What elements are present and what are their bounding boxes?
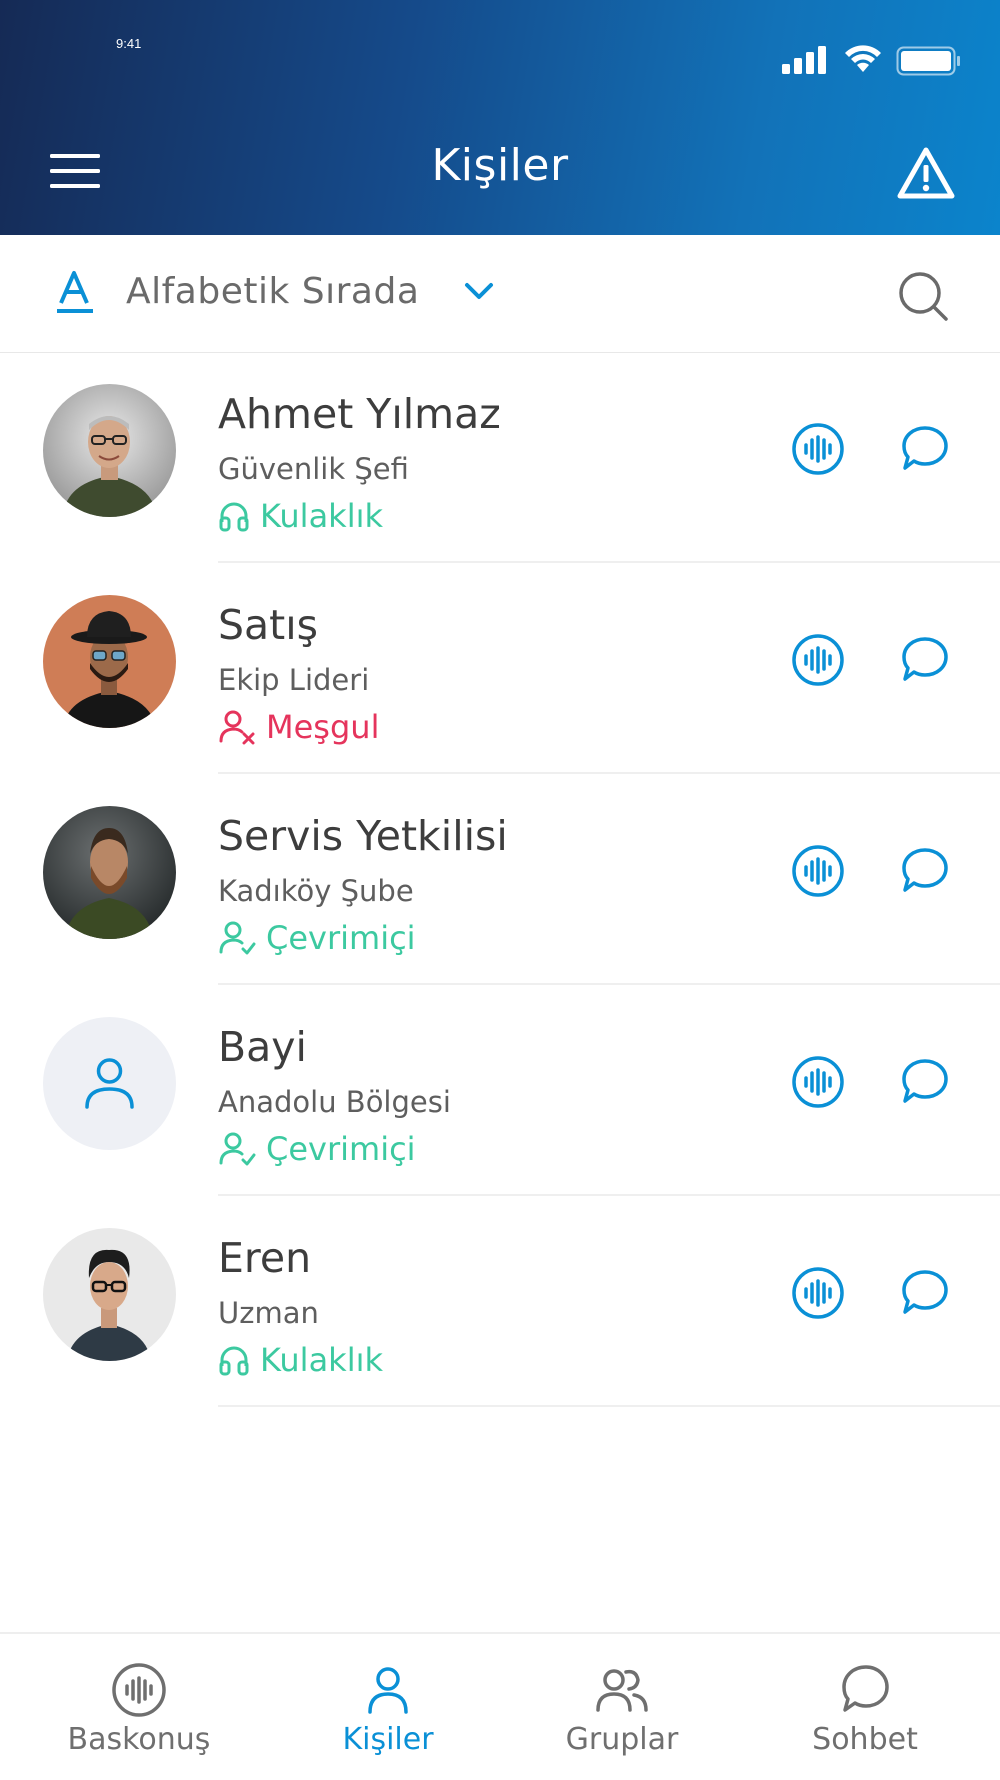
push-to-talk-icon[interactable] bbox=[791, 1266, 845, 1320]
avatar bbox=[43, 1228, 176, 1361]
status-text: Çevrimiçi bbox=[266, 1130, 416, 1168]
bottom-navigation: Baskonuş Kişiler Gruplar Sohbet bbox=[0, 1632, 1000, 1780]
status-indicator: Çevrimiçi bbox=[218, 1128, 416, 1168]
page-title: Kişiler bbox=[431, 140, 569, 191]
contact-row[interactable]: Ahmet Yılmaz Güvenlik Şefi Kulaklık bbox=[0, 352, 1000, 563]
sort-dropdown-label[interactable]: Alfabetik Sırada bbox=[126, 271, 419, 312]
contact-role: Güvenlik Şefi bbox=[218, 452, 409, 486]
chat-bubble-icon[interactable] bbox=[901, 424, 949, 472]
contact-row[interactable]: Satış Ekip Lideri Meşgul bbox=[0, 563, 1000, 774]
contact-name: Servis Yetkilisi bbox=[218, 812, 508, 860]
status-time: 9:41 bbox=[116, 36, 142, 51]
online-person-icon bbox=[219, 921, 256, 955]
battery-icon bbox=[896, 46, 960, 76]
push-to-talk-icon[interactable] bbox=[791, 844, 845, 898]
alert-button[interactable] bbox=[896, 146, 956, 200]
headset-icon bbox=[219, 502, 249, 532]
contact-role: Ekip Lideri bbox=[218, 663, 370, 697]
status-text: Meşgul bbox=[266, 708, 380, 746]
push-to-talk-icon[interactable] bbox=[791, 422, 845, 476]
status-text: Kulaklık bbox=[260, 1341, 384, 1379]
contact-row[interactable]: Servis Yetkilisi Kadıköy Şube Çevrimiçi bbox=[0, 774, 1000, 985]
contact-name: Ahmet Yılmaz bbox=[218, 390, 501, 438]
person-icon bbox=[368, 1667, 408, 1714]
contact-name: Bayi bbox=[218, 1023, 307, 1071]
chat-bubble-icon[interactable] bbox=[901, 635, 949, 683]
push-to-talk-icon[interactable] bbox=[791, 633, 845, 687]
contact-row[interactable]: Eren Uzman Kulaklık bbox=[0, 1196, 1000, 1407]
cellular-signal-icon bbox=[782, 46, 826, 74]
avatar bbox=[43, 595, 176, 728]
nav-tab-kisiler[interactable]: Kişiler bbox=[263, 1634, 513, 1780]
status-indicator: Kulaklık bbox=[218, 495, 383, 535]
status-indicator: Meşgul bbox=[218, 706, 379, 746]
online-person-icon bbox=[219, 1132, 256, 1166]
contact-role: Anadolu Bölgesi bbox=[218, 1085, 451, 1119]
warning-icon bbox=[897, 147, 955, 199]
status-text: Çevrimiçi bbox=[266, 919, 416, 957]
nav-label: Gruplar bbox=[565, 1722, 679, 1757]
sort-bar: Alfabetik Sırada bbox=[0, 235, 1000, 353]
chat-bubble-icon[interactable] bbox=[901, 1268, 949, 1316]
nav-label: Baskonuş bbox=[67, 1722, 211, 1757]
person-icon bbox=[85, 1058, 134, 1109]
nav-tab-baskonus[interactable]: Baskonuş bbox=[14, 1634, 264, 1780]
search-icon[interactable] bbox=[898, 271, 950, 323]
group-icon bbox=[596, 1669, 648, 1712]
status-indicator: Kulaklık bbox=[218, 1339, 383, 1379]
contact-role: Kadıköy Şube bbox=[218, 874, 414, 908]
chat-bubble-icon[interactable] bbox=[901, 1057, 949, 1105]
contact-row[interactable]: Bayi Anadolu Bölgesi Çevrimiçi bbox=[0, 985, 1000, 1196]
headset-icon bbox=[219, 1346, 249, 1376]
nav-label: Kişiler bbox=[342, 1722, 434, 1757]
push-to-talk-icon bbox=[112, 1663, 166, 1717]
avatar bbox=[43, 806, 176, 939]
chat-bubble-icon[interactable] bbox=[901, 846, 949, 894]
chevron-down-icon[interactable] bbox=[464, 281, 494, 301]
app-header: 9:41 Kişiler bbox=[0, 0, 1000, 235]
status-indicator: Çevrimiçi bbox=[218, 917, 416, 957]
status-text: Kulaklık bbox=[260, 497, 384, 535]
nav-tab-sohbet[interactable]: Sohbet bbox=[740, 1634, 990, 1780]
wifi-icon bbox=[845, 45, 881, 72]
chat-bubble-icon bbox=[842, 1665, 889, 1712]
push-to-talk-icon[interactable] bbox=[791, 1055, 845, 1109]
contact-name: Eren bbox=[218, 1234, 312, 1282]
avatar bbox=[43, 384, 176, 517]
contact-name: Satış bbox=[218, 601, 318, 649]
nav-tab-gruplar[interactable]: Gruplar bbox=[497, 1634, 747, 1780]
busy-person-icon bbox=[219, 710, 255, 745]
row-divider bbox=[218, 1405, 1000, 1407]
alphabetical-sort-icon bbox=[57, 271, 93, 313]
avatar-placeholder bbox=[43, 1017, 176, 1150]
nav-label: Sohbet bbox=[812, 1722, 918, 1757]
contact-role: Uzman bbox=[218, 1296, 319, 1330]
